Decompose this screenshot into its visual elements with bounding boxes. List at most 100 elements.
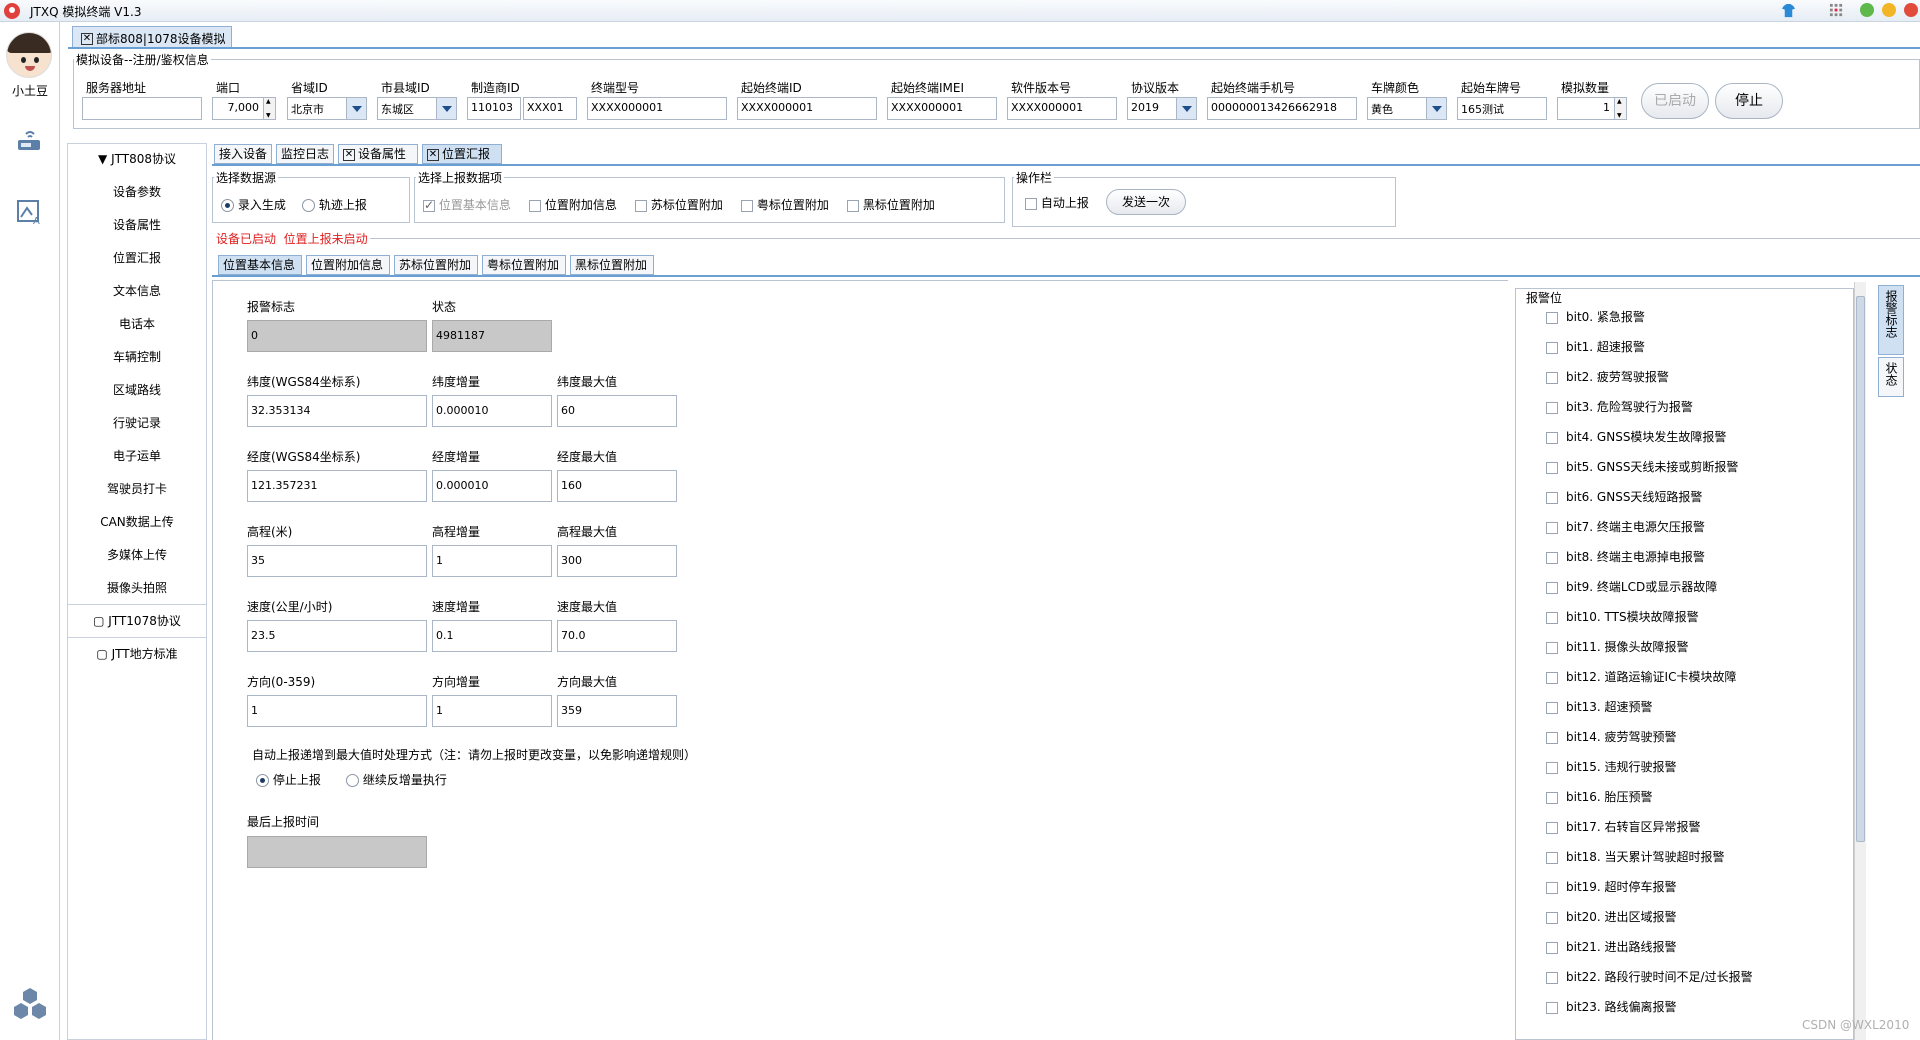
alarm-bit-23[interactable]: bit23. 路线偏离报警 [1546,998,1677,1018]
avatar[interactable] [6,32,52,78]
manufacturer-input[interactable]: 110103 [467,97,521,120]
checkbox-icon[interactable] [1546,971,1558,984]
alarm-bit-9[interactable]: bit9. 终端LCD或显示器故障 [1546,578,1717,598]
chevron-down-icon[interactable] [1426,98,1446,119]
checkbox-icon[interactable] [1025,197,1037,210]
alarm-scroll-thumb[interactable] [1856,296,1865,842]
checkbox-icon[interactable] [423,198,435,212]
alarm-bit-16[interactable]: bit16. 胎压预警 [1546,788,1653,808]
alarm-bit-5[interactable]: bit5. GNSS天线未接或剪断报警 [1546,458,1738,478]
lng-max-input[interactable]: 160 [557,470,677,502]
alarm-bit-10[interactable]: bit10. TTS模块故障报警 [1546,608,1699,628]
data-source-option-input[interactable]: 录入生成 [221,196,286,213]
alarm-bit-12[interactable]: bit12. 道路运输证IC卡模块故障 [1546,668,1736,688]
altitude-max-input[interactable]: 300 [557,545,677,577]
alarm-bit-20[interactable]: bit20. 进出区域报警 [1546,908,1677,928]
nav-item-media-upload[interactable]: 多媒体上传 [68,542,206,568]
alarm-bit-15[interactable]: bit15. 违规行驶报警 [1546,758,1677,778]
sim-count-stepper[interactable]: 1 [1557,97,1627,120]
vtab-alarm-flag[interactable]: 报警标志 [1878,285,1904,355]
shirt-icon[interactable] [1781,3,1796,18]
max-option-stop[interactable]: 停止上报 [256,771,321,788]
alarm-bit-4[interactable]: bit4. GNSS模块发生故障报警 [1546,428,1726,448]
report-item-hei[interactable]: 黑标位置附加 [847,196,935,213]
checkbox-icon[interactable] [635,199,647,212]
maximize-button[interactable] [1882,3,1896,17]
alarm-bit-2[interactable]: bit2. 疲劳驾驶报警 [1546,368,1669,388]
altitude-inc-input[interactable]: 1 [432,545,552,577]
city-select[interactable]: 东城区 [377,97,457,120]
start-button[interactable]: 已启动 [1641,83,1709,119]
tab-monitor-log[interactable]: 监控日志 [276,144,334,164]
checkbox-icon[interactable] [847,199,859,212]
chevron-down-icon[interactable] [1176,98,1196,119]
nav-item-camera-capture[interactable]: 摄像头拍照 [68,575,206,601]
nav-item-location-report[interactable]: 位置汇报 [68,245,206,271]
lng-inc-input[interactable]: 0.000010 [432,470,552,502]
server-address-input[interactable] [82,97,202,120]
checkbox-icon[interactable] [1546,371,1558,384]
alarm-bit-22[interactable]: bit22. 路段行驶时间不足/过长报警 [1546,968,1753,988]
port-stepper[interactable]: 7,000 [212,97,276,120]
radio-icon[interactable] [302,199,315,212]
nav-group-local-standard[interactable]: ▢ JTT地方标准 [68,641,206,667]
alarm-bit-8[interactable]: bit8. 终端主电源掉电报警 [1546,548,1705,568]
tab-yue-extra[interactable]: 粤标位置附加 [482,255,566,275]
radio-icon[interactable] [256,774,269,787]
device-terminal-icon[interactable] [16,130,44,158]
manufacturer-input-2[interactable]: XXX01 [523,97,577,120]
checkbox-icon[interactable] [1546,911,1558,924]
checkbox-icon[interactable] [1546,611,1558,624]
grid-menu-icon[interactable] [1829,3,1844,18]
speed-max-input[interactable]: 70.0 [557,620,677,652]
alarm-bit-0[interactable]: bit0. 紧急报警 [1546,308,1645,328]
checkbox-icon[interactable] [529,199,541,212]
auto-report-checkbox[interactable]: 自动上报 [1025,194,1089,211]
tab-basic-info[interactable]: 位置基本信息 [218,255,302,275]
nav-group-jtt1078[interactable]: ▢ JTT1078协议 [68,608,206,634]
checkbox-icon[interactable] [1546,821,1558,834]
tab-device-simulation[interactable]: ✕ 部标808|1078设备模拟 [72,26,232,47]
report-item-yue[interactable]: 粤标位置附加 [741,196,829,213]
direction-max-input[interactable]: 359 [557,695,677,727]
checkbox-icon[interactable] [741,199,753,212]
speed-inc-input[interactable]: 0.1 [432,620,552,652]
chevron-down-icon[interactable] [346,98,366,119]
nav-item-device-attrs[interactable]: 设备属性 [68,212,206,238]
nav-group-jtt808[interactable]: ▼ JTT808协议 [68,146,206,172]
tab-close-icon[interactable]: ✕ [81,32,93,45]
lat-inc-input[interactable]: 0.000010 [432,395,552,427]
alarm-bit-21[interactable]: bit21. 进出路线报警 [1546,938,1677,958]
direction-input[interactable]: 1 [247,695,427,727]
software-version-input[interactable]: XXXX000001 [1007,97,1117,120]
start-terminal-id-input[interactable]: XXXX000001 [737,97,877,120]
alarm-bit-7[interactable]: bit7. 终端主电源欠压报警 [1546,518,1705,538]
checkbox-icon[interactable] [1546,521,1558,534]
nav-item-area-route[interactable]: 区域路线 [68,377,206,403]
nav-item-phonebook[interactable]: 电话本 [68,311,206,337]
alarm-bit-1[interactable]: bit1. 超速报警 [1546,338,1645,358]
alarm-bit-14[interactable]: bit14. 疲劳驾驶预警 [1546,728,1677,748]
tab-location-report[interactable]: ✕ 位置汇报 [422,144,502,164]
nav-item-text-info[interactable]: 文本信息 [68,278,206,304]
tab-hei-extra[interactable]: 黑标位置附加 [570,255,654,275]
checkbox-icon[interactable] [1546,401,1558,414]
alarm-bit-17[interactable]: bit17. 右转盲区异常报警 [1546,818,1701,838]
checkbox-icon[interactable] [1546,791,1558,804]
protocol-version-select[interactable]: 2019 [1127,97,1197,120]
tab-su-extra[interactable]: 苏标位置附加 [394,255,478,275]
radio-icon[interactable] [221,199,234,212]
report-item-basic[interactable]: 位置基本信息 [423,196,511,213]
nav-item-driving-record[interactable]: 行驶记录 [68,410,206,436]
checkbox-icon[interactable] [1546,491,1558,504]
checkbox-icon[interactable] [1546,341,1558,354]
nav-item-driver-checkin[interactable]: 驾驶员打卡 [68,476,206,502]
nav-item-vehicle-control[interactable]: 车辆控制 [68,344,206,370]
checkbox-icon[interactable] [1546,311,1558,324]
alarm-bit-13[interactable]: bit13. 超速预警 [1546,698,1653,718]
start-plate-input[interactable]: 165测试 [1457,97,1547,120]
checkbox-icon[interactable] [1546,731,1558,744]
lat-max-input[interactable]: 60 [557,395,677,427]
checkbox-icon[interactable] [1546,881,1558,894]
hexagon-cluster-icon[interactable] [12,986,48,1022]
